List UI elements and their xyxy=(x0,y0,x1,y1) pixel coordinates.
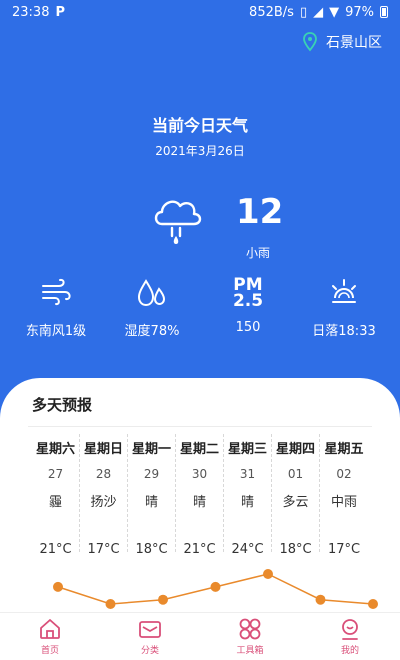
trend-point xyxy=(53,581,63,592)
day-date: 30 xyxy=(191,467,208,481)
day-name: 星期四 xyxy=(275,442,315,457)
trend-point xyxy=(158,594,168,605)
wind-icon xyxy=(42,278,71,306)
forecast-title: 多天预报 xyxy=(32,396,93,414)
day-condition: 多云 xyxy=(282,495,309,510)
sunset-stat: 日落18:33 xyxy=(294,276,394,339)
app-notification-icon: P xyxy=(55,4,65,20)
day-date: 28 xyxy=(95,467,112,481)
status-time: 23:38 xyxy=(12,4,50,20)
wind-stat: 东南风1级 xyxy=(6,276,106,339)
wifi-icon: ▼ xyxy=(329,4,340,20)
tab-label: 首页 xyxy=(40,646,59,656)
forecast-day[interactable]: 星期日 28 扬沙 17°C xyxy=(80,434,128,557)
forecast-day[interactable]: 星期二 30 晴 21°C xyxy=(176,434,224,557)
sunset-label: 日落18:33 xyxy=(312,324,376,339)
current-date: 2021年3月26日 xyxy=(155,144,245,158)
page-title: 当前今日天气 xyxy=(151,116,248,135)
day-name: 星期二 xyxy=(179,442,219,457)
tab-label: 分类 xyxy=(140,646,159,656)
header: 当前今日天气 2021年3月26日 xyxy=(0,112,400,159)
pm25-icon: PM 2.5 xyxy=(198,276,298,310)
bottom-tab-bar: 首页 分类 工具箱 我的 xyxy=(0,612,400,660)
day-temperature: 18°C xyxy=(279,542,312,557)
humidity-icon xyxy=(137,279,166,307)
day-condition: 扬沙 xyxy=(90,495,117,510)
tab-home[interactable]: 首页 xyxy=(0,613,100,660)
current-weather: 12 小雨 xyxy=(0,192,400,262)
trend-point xyxy=(210,581,221,592)
forecast-day[interactable]: 星期六 27 霾 21°C xyxy=(32,434,80,557)
forecast-day[interactable]: 星期五 02 中雨 17°C xyxy=(320,434,368,557)
day-condition: 晴 xyxy=(192,495,206,510)
trend-point xyxy=(105,599,116,609)
tab-label: 工具箱 xyxy=(236,646,264,656)
rain-cloud-icon xyxy=(154,200,202,244)
home-icon xyxy=(40,619,60,639)
humidity-label: 湿度78% xyxy=(124,324,180,339)
current-temperature: 12 xyxy=(236,192,284,232)
battery-percent: 97% xyxy=(345,4,374,20)
network-speed: 852B/s xyxy=(249,4,294,20)
location-selector[interactable]: 石景山区 xyxy=(302,32,382,52)
day-temperature: 17°C xyxy=(327,542,361,557)
day-date: 02 xyxy=(336,467,352,481)
wind-label: 东南风1级 xyxy=(25,324,87,339)
day-name: 星期日 xyxy=(83,442,123,457)
forecast-list: 星期六 27 霾 21°C 星期日 28 扬沙 17°C 星期一 29 晴 18… xyxy=(32,434,368,557)
day-condition: 晴 xyxy=(240,495,254,510)
day-condition: 中雨 xyxy=(330,495,357,510)
trend-point xyxy=(263,569,273,579)
day-name: 星期三 xyxy=(227,442,267,457)
flower-icon xyxy=(239,618,261,640)
day-name: 星期五 xyxy=(324,442,364,457)
forecast-day[interactable]: 星期四 01 多云 18°C xyxy=(272,434,320,557)
battery-icon xyxy=(380,6,388,18)
tab-label: 我的 xyxy=(340,646,359,656)
divider xyxy=(28,426,372,427)
day-condition: 霾 xyxy=(48,495,62,510)
day-temperature: 21°C xyxy=(183,542,216,557)
pm25-value: 150 xyxy=(235,320,261,335)
trend-point xyxy=(368,599,378,609)
day-date: 29 xyxy=(143,467,160,481)
day-date: 27 xyxy=(47,467,64,481)
trend-point xyxy=(315,594,326,605)
location-name: 石景山区 xyxy=(326,35,382,51)
humidity-stat: 湿度78% xyxy=(102,276,202,339)
tab-profile[interactable]: 我的 xyxy=(300,613,400,660)
day-temperature: 21°C xyxy=(39,542,72,557)
day-condition: 晴 xyxy=(144,495,158,510)
weather-stats: 东南风1级 湿度78% PM 2.5 150 日落18:33 xyxy=(0,276,400,346)
forecast-day[interactable]: 星期一 29 晴 18°C xyxy=(128,434,176,557)
day-date: 01 xyxy=(287,467,304,481)
sunset-icon xyxy=(332,279,356,303)
day-name: 星期一 xyxy=(131,442,171,457)
current-condition: 小雨 xyxy=(246,246,271,260)
status-bar: 23:38 P 852B/s ▯ ◢ ▼ 97% xyxy=(0,0,400,24)
pm-label-bottom: 2.5 xyxy=(232,291,264,311)
day-temperature: 18°C xyxy=(135,542,168,557)
tab-toolbox[interactable]: 工具箱 xyxy=(200,613,300,660)
forecast-card: 多天预报 星期六 27 霾 21°C 星期日 28 扬沙 17°C 星期一 29… xyxy=(0,378,400,618)
day-name: 星期六 xyxy=(35,442,75,457)
day-temperature: 24°C xyxy=(231,542,264,557)
vibrate-icon: ▯ xyxy=(299,4,308,20)
temperature-trend-chart xyxy=(53,569,378,609)
day-date: 31 xyxy=(239,467,256,481)
pm25-stat: PM 2.5 150 xyxy=(198,276,298,336)
mail-icon xyxy=(139,621,161,638)
day-temperature: 17°C xyxy=(87,542,120,557)
forecast-day[interactable]: 星期三 31 晴 24°C xyxy=(224,434,272,557)
location-pin-icon xyxy=(303,32,317,52)
profile-icon xyxy=(342,619,358,640)
tab-category[interactable]: 分类 xyxy=(100,613,200,660)
signal-icon: ◢ xyxy=(313,4,324,20)
